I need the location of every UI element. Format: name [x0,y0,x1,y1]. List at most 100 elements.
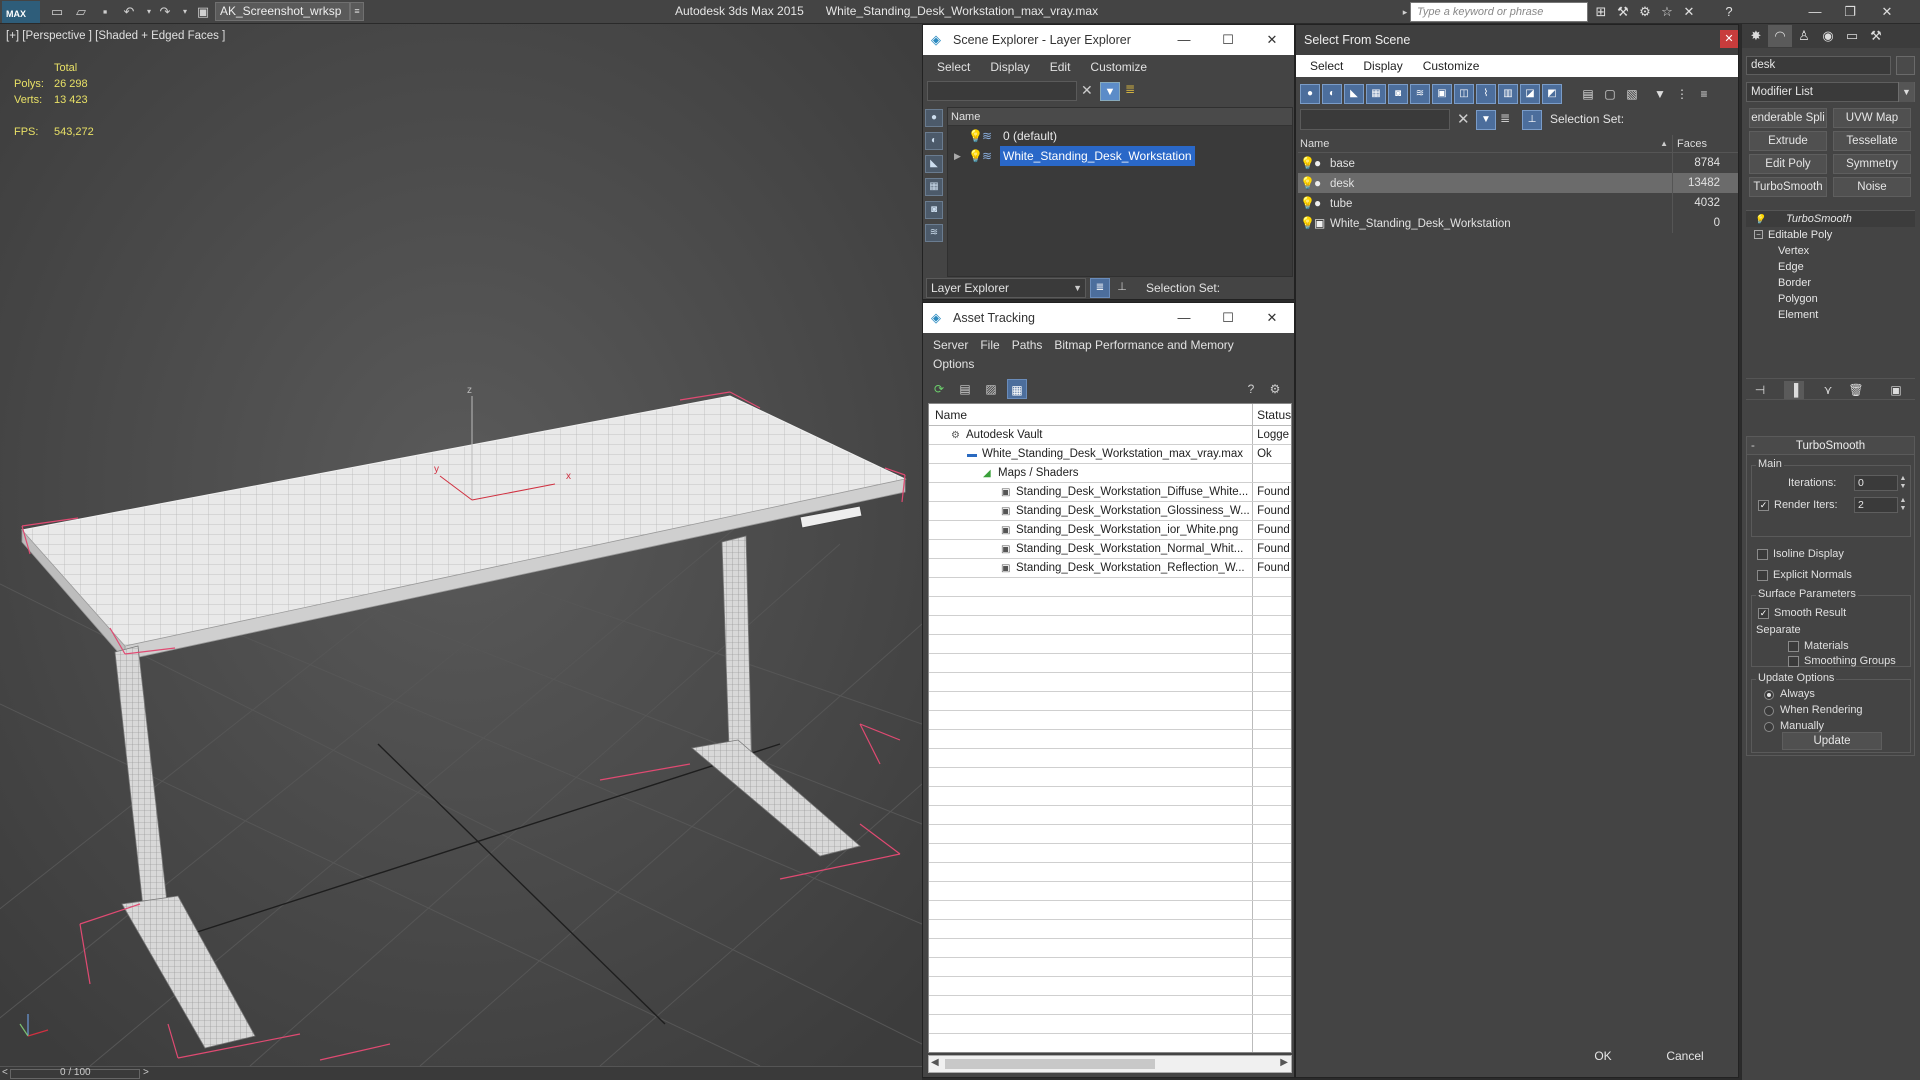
filter-xrefs-icon[interactable]: ◫ [1454,84,1474,104]
list-view-icon[interactable]: ▤ [955,379,975,399]
col-status-header[interactable]: Status [1253,404,1291,425]
clear-search-icon[interactable]: ✕ [1081,82,1093,99]
object-row[interactable]: 💡▣ White_Standing_Desk_Workstation 0 [1298,213,1738,233]
utilities-tab-icon[interactable]: ⚒ [1864,25,1888,47]
spinner-arrows-icon[interactable]: ▲ ▼ [1898,497,1908,513]
remove-modifier-icon[interactable]: 🗑 [1846,381,1866,399]
close-icon[interactable]: ✕ [1250,303,1294,333]
scene-explorer-titlebar[interactable]: ◈ Scene Explorer - Layer Explorer — ☐ ✕ [923,25,1294,55]
scroll-right-icon[interactable]: ▶ [1280,1057,1288,1068]
hierarchy-tab-icon[interactable]: ♙ [1792,25,1816,47]
display-lights-icon[interactable]: ◣ [925,155,943,173]
extrude-button[interactable]: Extrude [1749,131,1827,151]
table-row[interactable]: ▬ White_Standing_Desk_Workstation_max_vra… [929,445,1291,464]
table-row[interactable]: ◢ Maps / Shaders [929,464,1291,483]
redo-icon[interactable]: ↷ [156,3,174,21]
maximize-icon[interactable]: ☐ [1206,25,1250,55]
ok-button[interactable]: OK [1564,1045,1642,1067]
filter-helpers-icon[interactable]: ◙ [1388,84,1408,104]
help-icon[interactable]: ? [1241,379,1261,399]
display-geometry-icon[interactable]: ● [925,109,943,127]
stack-item-edge[interactable]: Edge [1746,259,1915,275]
time-prev-button[interactable]: < [2,1067,8,1078]
filter-frozen-icon[interactable]: ◪ [1520,84,1540,104]
object-row[interactable]: 💡● tube 4032 [1298,193,1738,213]
show-end-result-icon[interactable]: ▐ [1784,381,1804,399]
menu-bitmap-performance[interactable]: Bitmap Performance and Memory [1048,338,1239,352]
display-tab-icon[interactable]: ▭ [1840,25,1864,47]
table-row[interactable]: ▣ Standing_Desk_Workstation_Diffuse_White… [929,483,1291,502]
perspective-viewport[interactable]: z x y [+] [Perspective ] [Shaded + Edged… [0,24,922,1066]
pin-stack-icon[interactable]: ⊣ [1750,381,1770,399]
clear-find-icon[interactable]: ✕ [1457,110,1470,128]
undo-icon[interactable]: ↶ [120,3,138,21]
filter-groups-icon[interactable]: ▣ [1432,84,1452,104]
object-color-swatch[interactable] [1896,56,1915,75]
object-row[interactable]: 💡● desk 13482 [1298,173,1738,193]
filter-geometry-icon[interactable]: ● [1300,84,1320,104]
iterations-spinner[interactable]: 0 [1854,475,1898,491]
menu-customize[interactable]: Customize [1080,60,1157,74]
edit-poly-button[interactable]: Edit Poly [1749,154,1827,174]
filter-spacewarps-icon[interactable]: ≋ [1410,84,1430,104]
table-row[interactable]: ▣ Standing_Desk_Workstation_Glossiness_W.… [929,502,1291,521]
filter-cameras-icon[interactable]: ▦ [1366,84,1386,104]
select-from-scene-titlebar[interactable]: Select From Scene ✕ [1296,25,1738,55]
display-spacewarps-icon[interactable]: ≋ [925,224,943,242]
tessellate-button[interactable]: Tessellate [1833,131,1911,151]
table-view-icon[interactable]: ▦ [1007,379,1027,399]
smoothing-groups-checkbox[interactable] [1788,656,1799,667]
hierarchy-icon[interactable]: ⊥ [1112,278,1132,298]
create-tab-icon[interactable]: ✸ [1744,25,1768,47]
menu-server[interactable]: Server [927,338,974,352]
restore-icon[interactable]: ❐ [1835,2,1865,22]
menu-file[interactable]: File [974,338,1005,352]
column-header-name[interactable]: Name [948,108,1292,126]
layer-row[interactable]: 💡 ≋ 0 (default) [948,126,1292,146]
menu-edit[interactable]: Edit [1040,60,1081,74]
scroll-thumb[interactable] [945,1059,1155,1069]
col-name-header[interactable]: Name ▲ [1298,135,1672,152]
when-rendering-radio[interactable] [1764,706,1774,716]
turbosmooth-button[interactable]: TurboSmooth [1749,177,1827,197]
filter-icon[interactable]: ▼ [1476,110,1496,130]
help-icon[interactable]: ? [1720,3,1738,21]
render-iters-spinner[interactable]: 2 [1854,497,1898,513]
stack-item-turbosmooth[interactable]: 💡 TurboSmooth [1746,211,1915,227]
filter-containers-icon[interactable]: ▥ [1498,84,1518,104]
redo-dropdown-icon[interactable]: ▾ [176,3,194,21]
configure-sets-icon[interactable]: ▣ [1886,381,1906,399]
table-row[interactable]: ⚙ Autodesk Vault Logge [929,426,1291,445]
open-file-icon[interactable]: ▱ [72,3,90,21]
layer-row[interactable]: ▶ 💡 ≋ White_Standing_Desk_Workstation [948,146,1292,166]
stack-item-polygon[interactable]: Polygon [1746,291,1915,307]
noise-button[interactable]: Noise [1833,177,1911,197]
hierarchy-icon[interactable]: ⊥ [1522,110,1542,130]
stack-item-vertex[interactable]: Vertex [1746,243,1915,259]
time-slider[interactable]: < 0 / 100 > [0,1066,922,1080]
scroll-left-icon[interactable]: ◀ [931,1057,939,1068]
filter-shapes-icon[interactable]: ◐ [1322,84,1342,104]
close-window-icon[interactable]: ✕ [1872,2,1902,22]
make-unique-icon[interactable]: ⋎ [1818,381,1838,399]
light-bulb-icon[interactable]: 💡 [968,146,983,166]
time-next-button[interactable]: > [143,1067,149,1078]
materials-checkbox[interactable] [1788,641,1799,652]
cancel-button[interactable]: Cancel [1646,1045,1724,1067]
filter-hidden-icon[interactable]: ◩ [1542,84,1562,104]
display-cameras-icon[interactable]: ▦ [925,178,943,196]
always-radio[interactable] [1764,690,1774,700]
isoline-display-checkbox[interactable] [1757,549,1768,560]
collapse-box-icon[interactable]: − [1754,230,1763,239]
menu-paths[interactable]: Paths [1006,338,1049,352]
display-shapes-icon[interactable]: ◐ [925,132,943,150]
object-row[interactable]: 💡● base 8784 [1298,153,1738,173]
minimize-icon[interactable]: — [1800,2,1830,22]
object-name-input[interactable]: desk [1746,56,1891,75]
viewport-label-menu[interactable]: [+] [Perspective ] [Shaded + Edged Faces… [6,30,225,42]
manually-radio[interactable] [1764,722,1774,732]
layer-add-icon[interactable]: ≣ [1125,82,1135,96]
project-folder-icon[interactable]: ▣ [194,3,212,21]
close-icon[interactable]: ✕ [1250,25,1294,55]
select-invert-icon[interactable]: ▧ [1622,84,1642,104]
